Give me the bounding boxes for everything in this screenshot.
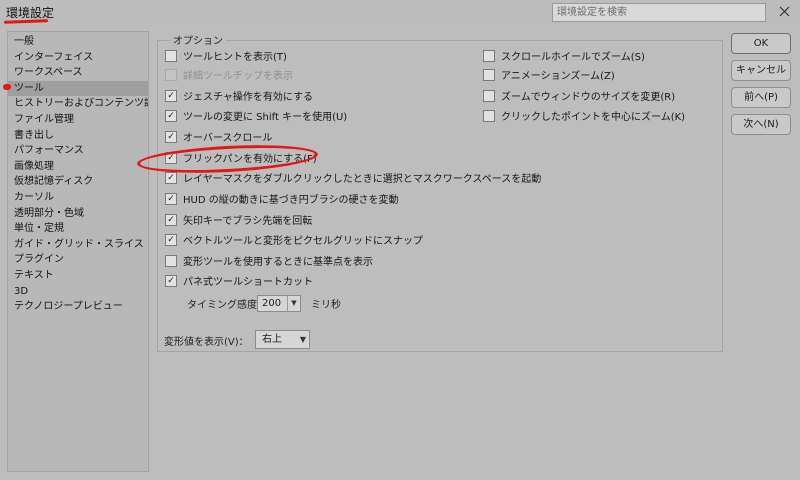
sidebar-item-interface[interactable]: インターフェイス (8, 50, 148, 66)
close-icon (779, 6, 789, 17)
timing-sensitivity-value: 200 (262, 298, 282, 309)
option-show-tooltips[interactable]: ツールヒントを表示(T) (165, 50, 287, 66)
preferences-search-box[interactable] (552, 3, 766, 22)
checkbox (165, 69, 177, 81)
sidebar-item-3d[interactable]: 3D (8, 284, 148, 300)
sidebar-item-transparency-gamut[interactable]: 透明部分・色域 (8, 206, 148, 222)
timing-sensitivity-unit: ミリ秒 (311, 300, 341, 311)
checkbox[interactable] (165, 255, 177, 267)
checkbox[interactable] (483, 110, 495, 122)
sidebar-item-units-rulers[interactable]: 単位・定規 (8, 221, 148, 237)
checkbox[interactable]: ✓ (165, 193, 177, 205)
checkbox[interactable]: ✓ (165, 110, 177, 122)
checkbox[interactable]: ✓ (165, 214, 177, 226)
title-bar: 環境設定 (0, 0, 800, 24)
sidebar-item-workspace[interactable]: ワークスペース (8, 65, 148, 81)
transform-values-value: 右上 (262, 334, 282, 345)
cancel-button[interactable]: キャンセル (731, 60, 791, 81)
checkbox[interactable]: ✓ (165, 131, 177, 143)
option-hud-vertical-hardness[interactable]: ✓ HUD の縦の動きに基づき円ブラシの硬さを変動 (165, 193, 399, 209)
option-enable-gestures[interactable]: ✓ ジェスチャ操作を有効にする (165, 90, 313, 106)
timing-sensitivity-select[interactable]: 200 ▼ (257, 295, 301, 312)
checkbox[interactable] (483, 69, 495, 81)
option-arrow-keys-rotate-brush[interactable]: ✓ 矢印キーでブラシ先端を回転 (165, 214, 312, 230)
option-snap-to-pixel-grid[interactable]: ✓ ベクトルツールと変形をピクセルグリッドにスナップ (165, 234, 423, 250)
sidebar-item-guides-grid-slices[interactable]: ガイド・グリッド・スライス (8, 237, 148, 253)
checkbox[interactable]: ✓ (165, 90, 177, 102)
sidebar-item-export[interactable]: 書き出し (8, 128, 148, 144)
option-zoom-resizes-windows[interactable]: ズームでウィンドウのサイズを変更(R) (483, 90, 675, 106)
sidebar-item-general[interactable]: 一般 (8, 34, 148, 50)
sidebar-item-performance[interactable]: パフォーマンス (8, 143, 148, 159)
sidebar-item-technology-previews[interactable]: テクノロジープレビュー (8, 299, 148, 315)
option-zoom-clicked-point-to-center[interactable]: クリックしたポイントを中心にズーム(K) (483, 110, 685, 126)
sidebar-item-file-handling[interactable]: ファイル管理 (8, 112, 148, 128)
sidebar-item-plugins[interactable]: プラグイン (8, 252, 148, 268)
sidebar-item-cursors[interactable]: カーソル (8, 190, 148, 206)
next-button[interactable]: 次へ(N) (731, 114, 791, 135)
option-layer-mask-double-click[interactable]: ✓ レイヤーマスクをダブルクリックしたときに選択とマスクワークスペースを起動 (165, 172, 541, 188)
option-rich-tooltips: 詳細ツールチップを表示 (165, 69, 293, 85)
transform-values-label: 変形値を表示(V)： (164, 337, 249, 348)
close-button[interactable] (774, 2, 794, 22)
checkbox[interactable] (483, 50, 495, 62)
sidebar-item-history[interactable]: ヒストリーおよびコンテンツ認証情報 (8, 96, 148, 112)
option-spring-loaded-shortcuts[interactable]: ✓ パネ式ツールショートカット (165, 275, 313, 291)
ok-button[interactable]: OK (731, 33, 791, 54)
sidebar-item-scratch-disks[interactable]: 仮想記憶ディスク (8, 174, 148, 190)
preferences-search-input[interactable] (553, 4, 761, 21)
option-show-reference-point[interactable]: 変形ツールを使用するときに基準点を表示 (165, 255, 373, 271)
sidebar-item-type[interactable]: テキスト (8, 268, 148, 284)
checkbox[interactable]: ✓ (165, 275, 177, 287)
sidebar-item-tools[interactable]: ツール (8, 80, 148, 97)
checkbox[interactable]: ✓ (165, 172, 177, 184)
options-group-label: オプション (170, 32, 226, 47)
preferences-category-list: 一般 インターフェイス ワークスペース ツール ヒストリーおよびコンテンツ認証情… (7, 31, 149, 472)
checkbox[interactable] (483, 90, 495, 102)
option-animated-zoom[interactable]: アニメーションズーム(Z) (483, 69, 615, 85)
timing-sensitivity-label: タイミング感度： (187, 300, 267, 311)
red-annotation-underline (3, 19, 49, 24)
prev-button[interactable]: 前へ(P) (731, 87, 791, 108)
chevron-down-icon: ▼ (287, 296, 300, 311)
checkbox[interactable] (165, 50, 177, 62)
chevron-down-icon: ▼ (299, 335, 306, 344)
checkbox[interactable]: ✓ (165, 234, 177, 246)
red-annotation-mark (3, 84, 11, 90)
transform-values-select[interactable]: 右上 ▼ (255, 330, 310, 349)
option-zoom-with-scroll-wheel[interactable]: スクロールホイールでズーム(S) (483, 50, 645, 66)
option-shift-key-tool-switch[interactable]: ✓ ツールの変更に Shift キーを使用(U) (165, 110, 347, 126)
sidebar-item-image-processing[interactable]: 画像処理 (8, 159, 148, 175)
